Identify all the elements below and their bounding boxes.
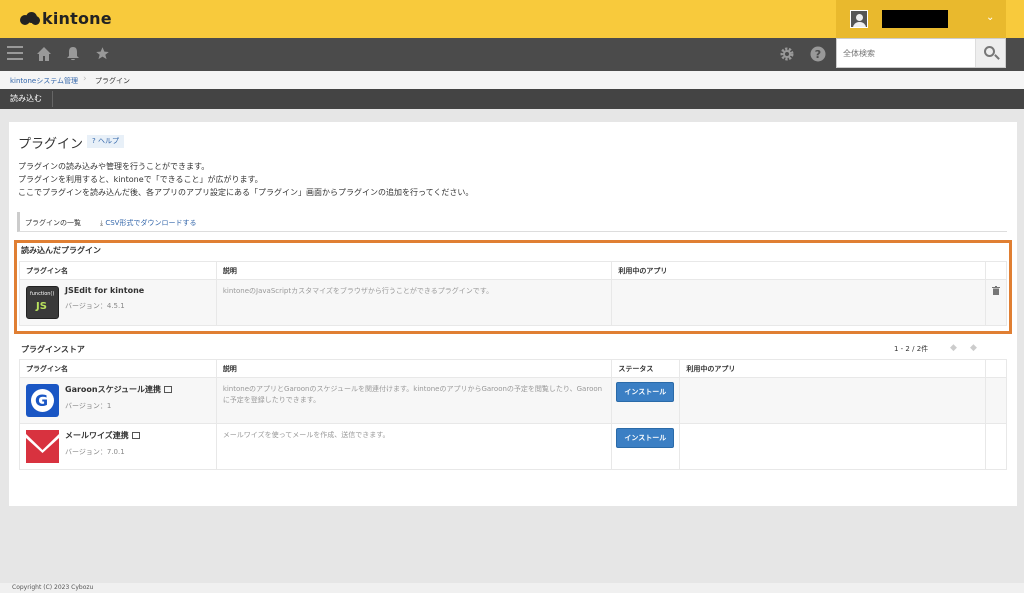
next-page-icon[interactable]: ◆ <box>970 343 977 353</box>
plugin-status-cell: インストール <box>611 423 681 470</box>
global-search <box>836 38 1006 68</box>
main-panel: プラグイン ? ヘルプ プラグインの読み込みや管理を行うことができます。 プラグ… <box>9 122 1017 506</box>
brand-name: kintone <box>42 9 112 28</box>
column-header-actions <box>984 359 1008 378</box>
user-menu[interactable]: ⌄ <box>836 0 1006 38</box>
jsedit-plugin-icon: function() JS <box>26 286 59 319</box>
plugin-name[interactable]: メールワイズ連携 <box>65 431 129 440</box>
column-header-status: ステータス <box>611 359 681 378</box>
csv-download-link[interactable]: ⤓ CSV形式でダウンロードする <box>100 218 196 228</box>
store-pager: 1 - 2 / 2件 <box>894 345 929 353</box>
loaded-plugins-title: 読み込んだプラグイン <box>21 246 101 255</box>
bell-icon[interactable] <box>66 46 80 62</box>
table-header-row: プラグイン名 説明 ステータス 利用中のアプリ <box>19 359 1008 378</box>
garoon-plugin-icon: G <box>26 384 59 417</box>
search-input[interactable] <box>837 39 977 67</box>
chevron-down-icon[interactable]: ⌄ <box>986 12 994 23</box>
kintone-logo[interactable]: kintone <box>20 9 112 28</box>
plugin-apps <box>679 377 986 424</box>
column-header-description: 説明 <box>215 261 613 280</box>
user-name <box>882 10 948 28</box>
mailwise-plugin-icon <box>26 430 59 463</box>
plugin-list-label: プラグインの一覧 <box>25 219 81 227</box>
svg-text:?: ? <box>815 48 821 61</box>
table-row: メールワイズ連携 バージョン：7.0.1 メールワイズを使ってメールを作成、送信… <box>19 423 1008 470</box>
plugin-apps <box>679 423 986 470</box>
plugin-apps <box>611 279 986 326</box>
column-header-apps: 利用中のアプリ <box>679 359 986 378</box>
description-line-3: ここでプラグインを読み込んだ後、各アプリのアプリ設定にある「プラグイン」画面から… <box>18 188 474 197</box>
search-button[interactable] <box>975 39 1005 67</box>
cybozu-logo-icon <box>20 11 40 26</box>
trash-icon[interactable] <box>991 286 1000 295</box>
plugin-status-cell: インストール <box>611 377 681 424</box>
plugin-list-bar: プラグインの一覧 ⤓ CSV形式でダウンロードする <box>17 212 1007 232</box>
plugin-actions-cell <box>984 377 1008 424</box>
table-header-row: プラグイン名 説明 利用中のアプリ <box>19 261 1008 280</box>
csv-download-label: CSV形式でダウンロードする <box>105 219 197 227</box>
prev-page-icon[interactable]: ◆ <box>950 343 957 353</box>
avatar-icon <box>850 10 868 28</box>
action-bar: 読み込む <box>0 89 1024 109</box>
menu-icon[interactable] <box>7 46 23 64</box>
column-header-name: プラグイン名 <box>19 359 217 378</box>
footer: Copyright (C) 2023 Cybozu <box>0 583 1024 593</box>
star-icon[interactable] <box>95 46 110 61</box>
help-icon[interactable]: ? <box>810 46 826 62</box>
plugin-description: メールワイズを使ってメールを作成、送信できます。 <box>215 423 613 470</box>
install-button[interactable]: インストール <box>616 382 675 402</box>
plugin-name[interactable]: Garoonスケジュール連携 <box>65 385 161 394</box>
table-row: G Garoonスケジュール連携 バージョン：1 kintoneのアプリとGar… <box>19 377 1008 424</box>
description-line-2: プラグインを利用すると、kintoneで「できること」が広がります。 <box>18 175 263 184</box>
column-header-actions <box>984 261 1008 280</box>
gear-icon[interactable] <box>779 46 795 62</box>
column-header-description: 説明 <box>215 359 613 378</box>
loaded-plugins-table: プラグイン名 説明 利用中のアプリ function() JS JSEdit f… <box>19 261 1008 326</box>
copyright: Copyright (C) 2023 Cybozu <box>12 584 94 591</box>
plugin-description: kintoneのJavaScriptカスタマイズをブラウザから行うことができるプ… <box>215 279 613 326</box>
plugin-name-cell: function() JS JSEdit for kintone バージョン：4… <box>19 279 217 326</box>
breadcrumb-separator: › <box>83 74 87 84</box>
download-icon: ⤓ <box>100 219 104 227</box>
breadcrumb-system-admin[interactable]: kintoneシステム管理 <box>10 76 78 86</box>
plugin-description: kintoneのアプリとGaroonのスケジュールを関連付けます。kintone… <box>215 377 613 424</box>
top-header: kintone ⌄ <box>0 0 1024 38</box>
home-icon[interactable] <box>36 46 52 62</box>
page-title: プラグイン <box>18 137 84 152</box>
column-header-name: プラグイン名 <box>19 261 217 280</box>
plugin-name-cell: メールワイズ連携 バージョン：7.0.1 <box>19 423 217 470</box>
column-header-apps: 利用中のアプリ <box>611 261 986 280</box>
help-link[interactable]: ? ヘルプ <box>87 135 124 148</box>
external-link-icon[interactable] <box>164 386 173 393</box>
plugin-name-cell: G Garoonスケジュール連携 バージョン：1 <box>19 377 217 424</box>
install-button[interactable]: インストール <box>616 428 675 448</box>
description-line-1: プラグインの読み込みや管理を行うことができます。 <box>18 162 210 171</box>
plugin-actions-cell <box>984 423 1008 470</box>
import-button[interactable]: 読み込む <box>0 91 53 107</box>
plugin-store-table: プラグイン名 説明 ステータス 利用中のアプリ G Garoonスケジュール連携… <box>19 359 1008 470</box>
external-link-icon[interactable] <box>131 432 140 439</box>
plugin-actions-cell <box>984 279 1008 326</box>
plugin-store-title: プラグインストア <box>21 345 85 354</box>
breadcrumb: kintoneシステム管理 › プラグイン <box>0 71 1024 89</box>
table-row: function() JS JSEdit for kintone バージョン：4… <box>19 279 1008 326</box>
breadcrumb-plugins: プラグイン <box>95 77 130 85</box>
